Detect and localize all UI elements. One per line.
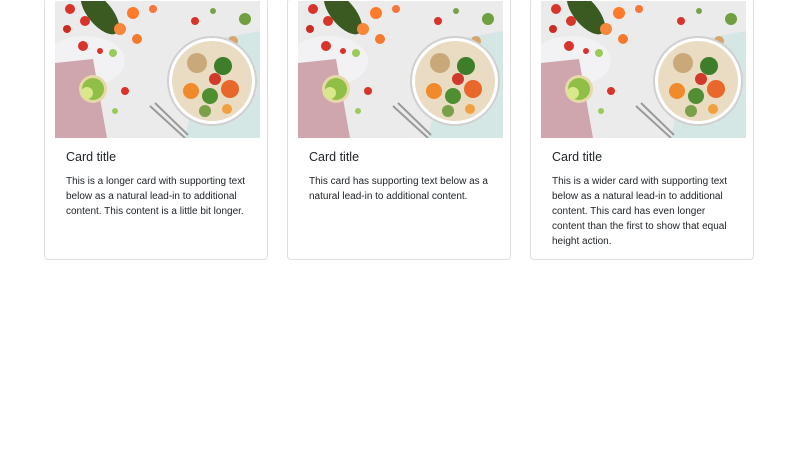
card-title: Card title <box>309 150 360 164</box>
card-body: Card title This is a longer card with su… <box>66 149 253 219</box>
food-photo <box>298 1 503 138</box>
card-image <box>298 1 503 138</box>
card-title: Card title <box>66 150 117 164</box>
card-body: Card title This is a wider card with sup… <box>552 149 739 249</box>
card-deck: Card title This is a longer card with su… <box>44 0 754 260</box>
food-photo <box>55 1 260 138</box>
card-body: Card title This card has supporting text… <box>309 149 496 204</box>
card-2: Card title This card has supporting text… <box>287 0 511 260</box>
card-image <box>541 1 746 138</box>
card-text: This card has supporting text below as a… <box>309 176 488 202</box>
card-1: Card title This is a longer card with su… <box>44 0 268 260</box>
card-title: Card title <box>552 150 603 164</box>
card-3: Card title This is a wider card with sup… <box>530 0 754 260</box>
card-image <box>55 1 260 138</box>
food-photo <box>541 1 746 138</box>
card-text: This is a longer card with supporting te… <box>66 176 245 217</box>
card-text: This is a wider card with supporting tex… <box>552 176 728 247</box>
